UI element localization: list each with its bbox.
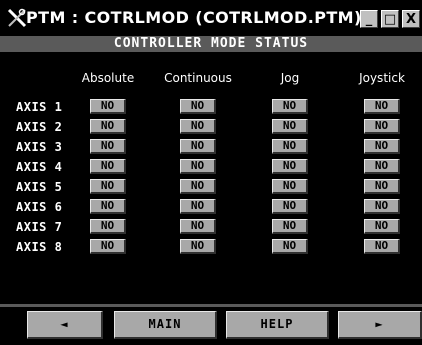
title-bar[interactable]: PTM : COTRLMOD (COTRLMOD.PTM) _ □ X — [0, 0, 422, 36]
axis-label: AXIS 8 — [16, 240, 63, 254]
mode-status-field[interactable]: NO — [272, 219, 308, 234]
axis-label: AXIS 4 — [16, 160, 63, 174]
mode-status-field[interactable]: NO — [364, 139, 400, 154]
footer-divider — [0, 304, 422, 307]
mode-status-field[interactable]: NO — [180, 239, 216, 254]
axis-label: AXIS 5 — [16, 180, 63, 194]
mode-status-field[interactable]: NO — [90, 219, 126, 234]
main-button[interactable]: MAIN — [114, 311, 217, 339]
mode-status-field[interactable]: NO — [180, 139, 216, 154]
axis-label: AXIS 7 — [16, 220, 63, 234]
mode-status-field[interactable]: NO — [180, 99, 216, 114]
mode-status-field[interactable]: NO — [272, 199, 308, 214]
mode-status-field[interactable]: NO — [90, 119, 126, 134]
ptm-app-icon[interactable] — [6, 7, 28, 29]
mode-status-field[interactable]: NO — [90, 179, 126, 194]
ptm-window: PTM : COTRLMOD (COTRLMOD.PTM) _ □ X CONT… — [0, 0, 422, 345]
mode-status-field[interactable]: NO — [364, 159, 400, 174]
mode-status-field[interactable]: NO — [364, 99, 400, 114]
mode-status-field[interactable]: NO — [90, 139, 126, 154]
mode-status-field[interactable]: NO — [364, 119, 400, 134]
help-button[interactable]: HELP — [226, 311, 329, 339]
mode-status-field[interactable]: NO — [180, 199, 216, 214]
mode-status-field[interactable]: NO — [272, 179, 308, 194]
screen-subtitle: CONTROLLER MODE STATUS — [0, 36, 422, 52]
mode-status-field[interactable]: NO — [90, 159, 126, 174]
mode-status-field[interactable]: NO — [364, 239, 400, 254]
mode-status-field[interactable]: NO — [90, 199, 126, 214]
axis-label: AXIS 6 — [16, 200, 63, 214]
mode-status-field[interactable]: NO — [180, 159, 216, 174]
mode-status-field[interactable]: NO — [180, 119, 216, 134]
column-header: Absolute — [81, 71, 135, 85]
prev-page-button[interactable]: ◄ — [27, 311, 103, 339]
mode-status-field[interactable]: NO — [90, 239, 126, 254]
next-page-button[interactable]: ► — [338, 311, 422, 339]
mode-status-field[interactable]: NO — [180, 219, 216, 234]
column-header: Joystick — [359, 71, 405, 85]
mode-status-field[interactable]: NO — [272, 99, 308, 114]
close-button[interactable]: X — [402, 10, 420, 28]
mode-status-field[interactable]: NO — [180, 179, 216, 194]
axis-label: AXIS 3 — [16, 140, 63, 154]
window-title: PTM : COTRLMOD (COTRLMOD.PTM) — [26, 8, 362, 27]
axis-label: AXIS 1 — [16, 100, 63, 114]
column-header: Continuous — [164, 71, 232, 85]
minimize-button[interactable]: _ — [360, 10, 378, 28]
restore-button[interactable]: □ — [381, 10, 399, 28]
mode-status-field[interactable]: NO — [272, 159, 308, 174]
mode-status-field[interactable]: NO — [364, 219, 400, 234]
mode-status-field[interactable]: NO — [272, 239, 308, 254]
mode-status-field[interactable]: NO — [364, 179, 400, 194]
mode-status-field[interactable]: NO — [90, 99, 126, 114]
mode-status-field[interactable]: NO — [364, 199, 400, 214]
column-header: Jog — [280, 71, 300, 85]
axis-label: AXIS 2 — [16, 120, 63, 134]
mode-status-field[interactable]: NO — [272, 119, 308, 134]
mode-status-field[interactable]: NO — [272, 139, 308, 154]
